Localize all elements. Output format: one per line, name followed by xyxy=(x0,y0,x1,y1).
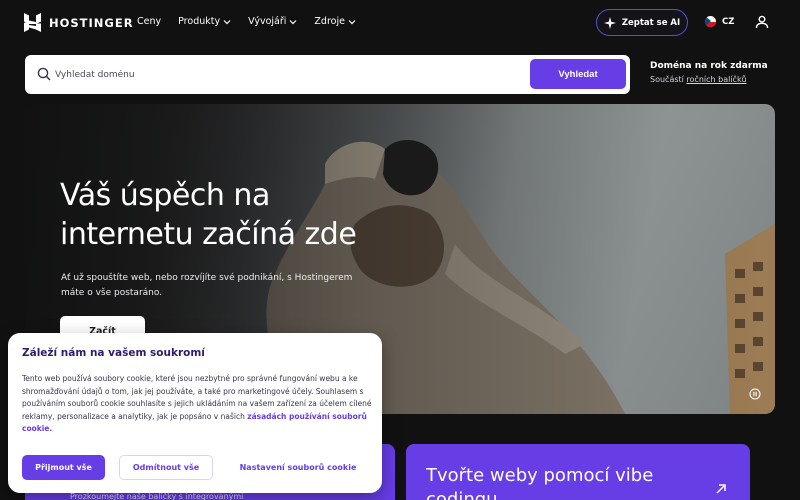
language-label: CZ xyxy=(722,16,735,27)
domain-search-input[interactable] xyxy=(55,55,535,94)
cookie-dialog-text: Tento web používá soubory cookie, které … xyxy=(22,373,372,436)
ai-sparkle-icon xyxy=(603,16,616,29)
main-menu: Ceny Produkty Vývojáři Zdroje xyxy=(137,16,356,27)
ask-ai-label: Zeptat se AI xyxy=(621,17,681,28)
cookie-dialog-title: Záleží nám na vašem soukromí xyxy=(22,347,205,359)
logo-text: HOSTINGER xyxy=(49,15,134,30)
promo-subtitle-prefix: Součástí xyxy=(650,75,684,84)
menu-item-ceny[interactable]: Ceny xyxy=(137,16,161,27)
chevron-down-icon xyxy=(348,19,356,24)
promo-subtitle: Součástí ročních balíčků xyxy=(650,75,768,84)
hero-title: Váš úspěch na internetu začíná zde xyxy=(60,178,357,252)
plans-card-text: Prozkoumejte naše balíčky s integrovaným… xyxy=(70,492,244,500)
search-icon xyxy=(37,67,51,81)
reject-all-button[interactable]: Odmítnout vše xyxy=(119,455,213,480)
logo[interactable]: HOSTINGER xyxy=(24,13,134,32)
czech-flag-icon xyxy=(705,16,716,27)
hero-description: Ať už spouštíte web, nebo rozvíjíte své … xyxy=(61,273,353,298)
language-selector[interactable]: CZ xyxy=(705,16,734,27)
menu-item-zdroje[interactable]: Zdroje xyxy=(314,16,356,27)
domain-search-bar: Vyhledat xyxy=(25,55,630,94)
pause-icon[interactable] xyxy=(749,388,761,400)
accept-all-button[interactable]: Přijmout vše xyxy=(22,455,105,480)
promo-title: Doména na rok zdarma xyxy=(650,61,768,71)
menu-item-label: Zdroje xyxy=(314,16,345,27)
vibe-coding-title: Tvořte weby pomocí vibe codingu xyxy=(426,465,654,500)
top-navigation: HOSTINGER Ceny Produkty Vývojáři Zdroje … xyxy=(0,0,800,44)
menu-item-vyvojari[interactable]: Vývojáři xyxy=(248,16,297,27)
menu-item-label: Ceny xyxy=(137,16,162,27)
cookie-settings-button[interactable]: Nastavení souborů cookie xyxy=(233,455,363,480)
hostinger-logo-icon xyxy=(24,13,41,32)
vibe-coding-card[interactable]: Tvořte weby pomocí vibe codingu xyxy=(406,444,750,500)
user-icon[interactable] xyxy=(755,15,769,29)
ask-ai-button[interactable]: Zeptat se AI xyxy=(596,9,688,36)
search-button[interactable]: Vyhledat xyxy=(530,59,626,89)
chevron-down-icon xyxy=(289,19,297,24)
cookie-consent-dialog: Záleží nám na vašem soukromí Tento web p… xyxy=(8,333,382,493)
chevron-down-icon xyxy=(223,19,231,24)
annual-plans-link[interactable]: ročních balíčků xyxy=(686,75,746,84)
menu-item-produkty[interactable]: Produkty xyxy=(178,16,231,27)
menu-item-label: Vývojáři xyxy=(248,16,287,27)
arrow-up-right-icon xyxy=(716,484,726,494)
free-domain-promo: Doména na rok zdarma Součástí ročních ba… xyxy=(650,61,768,84)
menu-item-label: Produkty xyxy=(178,16,221,27)
